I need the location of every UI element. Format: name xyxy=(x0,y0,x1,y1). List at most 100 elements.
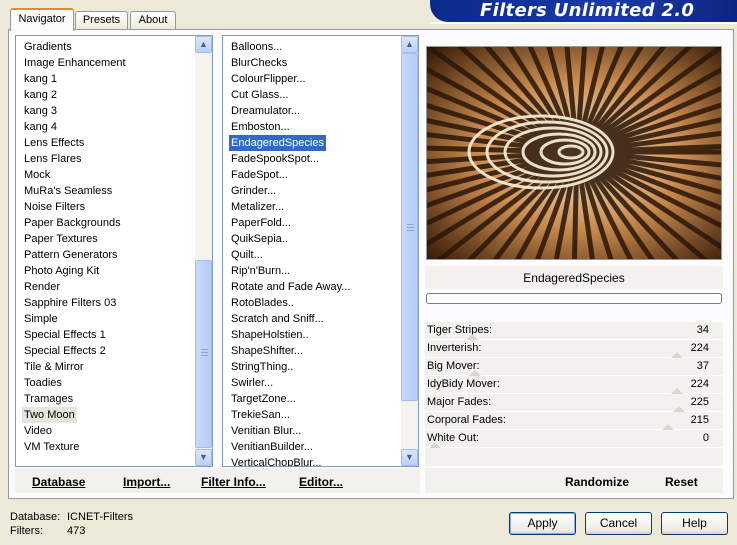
category-item[interactable]: Special Effects 1 xyxy=(22,327,108,343)
database-button[interactable]: Database xyxy=(32,475,85,489)
filter-item[interactable]: ColourFlipper... xyxy=(229,71,308,87)
scroll-up-button[interactable]: ▲ xyxy=(195,36,212,53)
database-value: ICNET-Filters xyxy=(67,511,133,523)
filter-item[interactable]: Grinder... xyxy=(229,183,278,199)
category-item[interactable]: Lens Flares xyxy=(22,151,83,167)
category-item[interactable]: kang 1 xyxy=(22,71,59,87)
filter-item[interactable]: Quilt... xyxy=(229,247,265,263)
filter-item[interactable]: Metalizer... xyxy=(229,199,286,215)
scroll-thumb[interactable] xyxy=(401,53,418,401)
category-item[interactable]: kang 3 xyxy=(22,103,59,119)
category-item[interactable]: kang 4 xyxy=(22,119,59,135)
category-item[interactable]: Paper Backgrounds xyxy=(22,215,123,231)
param-slider[interactable]: Big Mover: 37 xyxy=(425,358,723,376)
category-item[interactable]: Lens Effects xyxy=(22,135,86,151)
current-filter-name: EndageredSpecies xyxy=(523,271,625,285)
database-info: Database: ICNET-Filters xyxy=(10,511,133,523)
filter-item[interactable]: Dreamulator... xyxy=(229,103,302,119)
category-item[interactable]: Video xyxy=(22,423,54,439)
filter-scrollbar[interactable]: ▲ ▼ xyxy=(401,36,418,466)
param-value: 34 xyxy=(696,324,709,336)
param-slider[interactable]: Tiger Stripes: 34 xyxy=(425,322,723,340)
category-item[interactable]: VM Texture xyxy=(22,439,81,455)
filter-list[interactable]: Balloons... BlurChecks ColourFlipper... Cut… xyxy=(222,35,419,467)
filter-item[interactable]: Scratch and Sniff... xyxy=(229,311,326,327)
param-value: 37 xyxy=(696,360,709,372)
filter-item[interactable]: ShapeShifter... xyxy=(229,343,305,359)
preview-graphic xyxy=(427,47,721,259)
param-value: 224 xyxy=(690,342,709,354)
param-slider[interactable]: Corporal Fades: 215 xyxy=(425,412,723,430)
filter-info-button[interactable]: Filter Info... xyxy=(201,475,266,489)
param-value: 225 xyxy=(690,396,709,408)
param-label: Major Fades: xyxy=(427,396,492,408)
filter-item[interactable]: PaperFold... xyxy=(229,215,293,231)
category-item[interactable]: Simple xyxy=(22,311,60,327)
category-item[interactable]: kang 2 xyxy=(22,87,59,103)
category-item[interactable]: Pattern Generators xyxy=(22,247,120,263)
preview-image xyxy=(426,46,722,260)
param-empty-row xyxy=(425,448,723,466)
param-label: Corporal Fades: xyxy=(427,414,506,426)
filter-item[interactable]: VenitianBuilder... xyxy=(229,439,315,455)
category-item[interactable]: MuRa's Seamless xyxy=(22,183,114,199)
filter-item[interactable]: FadeSpookSpot... xyxy=(229,151,321,167)
category-item[interactable]: Tramages xyxy=(22,391,75,407)
category-item[interactable]: Two Moon xyxy=(22,407,77,423)
tab-navigator[interactable]: Navigator xyxy=(10,8,74,31)
category-list[interactable]: Gradients Image Enhancement kang 1 kang 2 ka… xyxy=(15,35,213,467)
category-item[interactable]: Toadies xyxy=(22,375,64,391)
filter-item[interactable]: Swirler... xyxy=(229,375,275,391)
filters-count: 473 xyxy=(67,525,86,537)
filter-item[interactable]: TrekieSan... xyxy=(229,407,292,423)
banner-divider xyxy=(430,22,737,24)
reset-button[interactable]: Reset xyxy=(665,475,698,489)
scroll-up-button[interactable]: ▲ xyxy=(401,36,418,53)
filter-item[interactable]: Rip'n'Burn... xyxy=(229,263,292,279)
navigator-panel: Gradients Image Enhancement kang 1 kang 2 ka… xyxy=(8,29,734,499)
import-button[interactable]: Import... xyxy=(123,475,170,489)
help-button[interactable]: Help xyxy=(661,512,728,535)
filter-item[interactable]: FadeSpot... xyxy=(229,167,290,183)
param-slider[interactable]: IdyBidy Mover: 224 xyxy=(425,376,723,394)
category-item[interactable]: Photo Aging Kit xyxy=(22,263,101,279)
category-item[interactable]: Noise Filters xyxy=(22,199,87,215)
scroll-thumb[interactable] xyxy=(195,260,212,448)
category-item[interactable]: Sapphire Filters 03 xyxy=(22,295,118,311)
filter-item[interactable]: Emboston... xyxy=(229,119,292,135)
category-item[interactable]: Mock xyxy=(22,167,52,183)
category-item[interactable]: Special Effects 2 xyxy=(22,343,108,359)
filter-item[interactable]: Venitian Blur... xyxy=(229,423,303,439)
tab-about[interactable]: About xyxy=(130,11,176,30)
apply-button[interactable]: Apply xyxy=(509,512,576,535)
category-item[interactable]: Render xyxy=(22,279,62,295)
filter-item[interactable]: ShapeHolstien.. xyxy=(229,327,311,343)
filter-item[interactable]: Balloons... xyxy=(229,39,284,55)
param-slider[interactable]: Inverterish: 224 xyxy=(425,340,723,358)
category-item[interactable]: Tile & Mirror xyxy=(22,359,85,375)
filter-item[interactable]: BlurChecks xyxy=(229,55,289,71)
category-item[interactable]: Image Enhancement xyxy=(22,55,128,71)
scroll-down-button[interactable]: ▼ xyxy=(401,449,418,466)
filter-item[interactable]: TargetZone... xyxy=(229,391,298,407)
filter-item[interactable]: Cut Glass... xyxy=(229,87,290,103)
filter-item[interactable]: RotoBlades.. xyxy=(229,295,296,311)
param-slider[interactable]: White Out: 0 xyxy=(425,430,723,448)
param-value: 215 xyxy=(690,414,709,426)
scroll-down-button[interactable]: ▼ xyxy=(195,449,212,466)
category-item[interactable]: Gradients xyxy=(22,39,74,55)
filter-item[interactable]: EndageredSpecies xyxy=(229,135,326,151)
randomize-button[interactable]: Randomize xyxy=(565,475,629,489)
filter-item[interactable]: VerticalChopBlur... xyxy=(229,455,324,466)
filter-item[interactable]: Rotate and Fade Away... xyxy=(229,279,352,295)
cancel-button[interactable]: Cancel xyxy=(585,512,652,535)
param-label: Inverterish: xyxy=(427,342,482,354)
category-item[interactable]: Paper Textures xyxy=(22,231,100,247)
filter-item[interactable]: QuikSepia.. xyxy=(229,231,290,247)
category-scrollbar[interactable]: ▲ ▼ xyxy=(195,36,212,466)
app-title-banner: Filters Unlimited 2.0 xyxy=(430,0,737,22)
editor-button[interactable]: Editor... xyxy=(299,475,343,489)
tab-presets[interactable]: Presets xyxy=(75,11,128,30)
filter-item[interactable]: StringThing.. xyxy=(229,359,295,375)
param-slider[interactable]: Major Fades: 225 xyxy=(425,394,723,412)
